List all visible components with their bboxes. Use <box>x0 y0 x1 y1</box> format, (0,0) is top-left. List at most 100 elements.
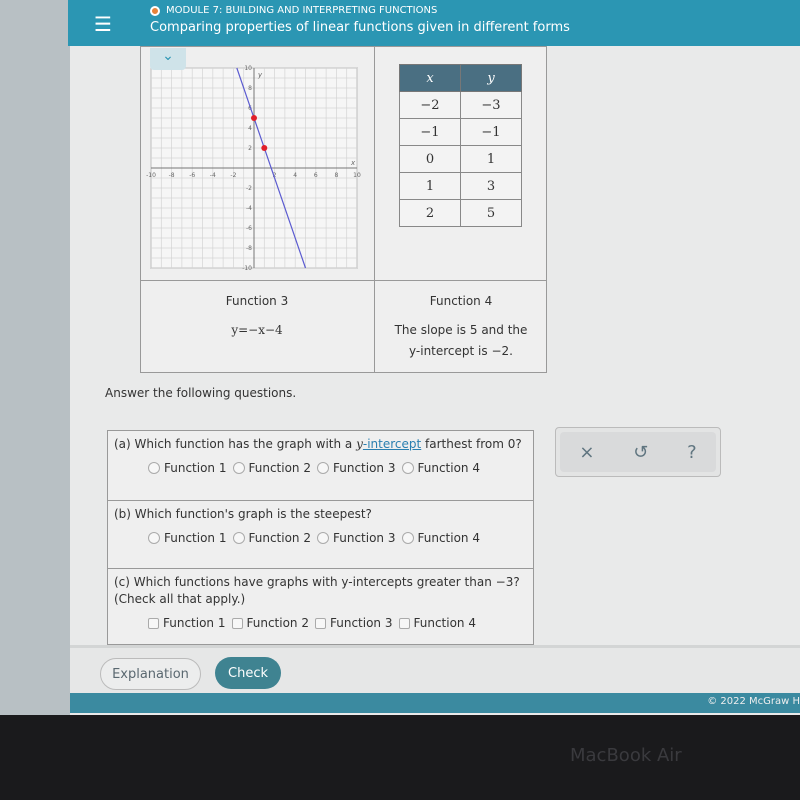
radio-button[interactable] <box>148 462 160 474</box>
question-b: (b) Which function's graph is the steepe… <box>108 501 533 569</box>
hamburger-icon[interactable]: ☰ <box>94 12 112 36</box>
y-tick-label: -6 <box>246 225 252 232</box>
option-4[interactable]: Function 4 <box>401 531 481 545</box>
option-label: Function 4 <box>413 616 477 630</box>
option-label: Function 3 <box>333 461 396 475</box>
var: y <box>356 437 363 451</box>
explanation-button[interactable]: Explanation <box>100 658 201 690</box>
status-dot-icon <box>150 5 160 16</box>
y-tick-label: -10 <box>242 265 252 272</box>
screen: ☰ MODULE 7: BUILDING AND INTERPRETING FU… <box>0 0 800 715</box>
x-tick-label: 10 <box>353 172 361 179</box>
y-axis-label: y <box>257 71 263 79</box>
radio-button[interactable] <box>317 462 329 474</box>
option-label: Function 2 <box>248 461 312 475</box>
option-label: Function 3 <box>333 531 396 545</box>
question-a: (a) Which function has the graph with a … <box>108 431 533 501</box>
option-3[interactable]: Function 3 <box>317 531 396 545</box>
function2-table: xy −2 −3 −1 −1 0 1 1 3 2 5 <box>399 64 522 227</box>
table-cell: −2 <box>399 91 461 119</box>
option-label: Function 1 <box>164 461 227 475</box>
table-row: −2 −3 <box>399 91 522 119</box>
x-tick-label: 4 <box>293 172 297 179</box>
footer: © 2022 McGraw H <box>70 693 800 713</box>
question-text: (c) Which functions have graphs with y-i… <box>114 575 520 589</box>
functions-panel: -10 -10 -8 -8 -6 -6 -4 -4 -2 -2 2 2 4 4 6 6 8 8 10 10 x y xy … <box>140 46 547 373</box>
table-cell: −1 <box>460 118 522 146</box>
options: Function 1 Function 2 Function 3 Function 4 <box>148 531 527 545</box>
question-text: farthest from 0? <box>421 437 522 451</box>
radio-button[interactable] <box>401 532 414 544</box>
table-cell: 3 <box>460 172 522 200</box>
option-1[interactable]: Function 1 <box>148 616 226 630</box>
x-axis-label: x <box>350 159 356 167</box>
radio-button[interactable] <box>148 532 160 544</box>
questions-box: (a) Which function has the graph with a … <box>107 430 534 645</box>
copyright: © 2022 McGraw H <box>707 696 800 707</box>
table-cell: 1 <box>460 145 522 173</box>
option-2[interactable]: Function 2 <box>232 461 312 475</box>
option-2[interactable]: Function 2 <box>232 531 312 545</box>
options: Function 1 Function 2 Function 3 Function 4 <box>148 461 527 475</box>
point <box>251 115 257 121</box>
option-label: Function 1 <box>164 531 227 545</box>
option-label: Function 2 <box>248 531 312 545</box>
radio-button[interactable] <box>401 462 414 474</box>
function1-graph: -10-10-8-8-6-6-4-4-2-2224466881010xy <box>146 65 361 272</box>
y-tick-label: 10 <box>244 65 252 72</box>
option-label: Function 4 <box>417 461 481 475</box>
table-cell: 5 <box>460 199 522 227</box>
collapse-chevron-icon[interactable]: ⌄ <box>150 48 186 70</box>
table-row: 25 <box>399 199 522 227</box>
option-label: Function 4 <box>417 531 481 545</box>
y-tick-label: -2 <box>246 185 252 192</box>
y-tick-label: 8 <box>248 85 252 92</box>
x-tick-label: -10 <box>146 172 156 179</box>
table-cell: −1 <box>399 118 461 146</box>
radio-button[interactable] <box>232 532 245 544</box>
tools-panel: × ↺ ? <box>555 427 721 477</box>
radio-button[interactable] <box>232 462 245 474</box>
table-cell: 2 <box>399 199 461 227</box>
options: Function 1 Function 2 Function 3 Function 4 <box>148 616 527 630</box>
table-row: −1 −1 <box>399 118 522 146</box>
col-x: x <box>399 64 461 92</box>
page-title: Comparing properties of linear functions… <box>150 20 570 35</box>
question-text: (a) Which function has the graph with a <box>114 437 357 451</box>
option-1[interactable]: Function 1 <box>148 461 227 475</box>
help-icon[interactable]: ? <box>687 442 697 463</box>
undo-icon[interactable]: ↺ <box>633 442 648 463</box>
intercept-link[interactable]: -intercept <box>363 437 421 451</box>
option-3[interactable]: Function 3 <box>315 616 393 630</box>
option-label: Function 2 <box>246 616 310 630</box>
left-gutter <box>0 0 70 715</box>
check-button[interactable]: Check <box>215 657 281 689</box>
option-4[interactable]: Function 4 <box>401 461 481 475</box>
option-3[interactable]: Function 3 <box>317 461 396 475</box>
radio-button[interactable] <box>317 532 329 544</box>
module-label: MODULE 7: BUILDING AND INTERPRETING FUNC… <box>150 5 437 16</box>
divider <box>141 280 546 281</box>
checkbox[interactable] <box>315 617 326 629</box>
question-text: (b) Which function's graph is the steepe… <box>114 507 372 521</box>
header: ☰ MODULE 7: BUILDING AND INTERPRETING FU… <box>68 0 800 46</box>
function4-line2: y-intercept is −2. <box>409 344 513 358</box>
y-tick-label: 2 <box>248 145 252 152</box>
function3-equation: y=−x−4 <box>231 323 283 337</box>
x-tick-label: -4 <box>210 172 216 179</box>
question-subtext: (Check all that apply.) <box>114 592 246 606</box>
function4-label: Function 4 <box>429 294 493 308</box>
option-2[interactable]: Function 2 <box>231 616 310 630</box>
close-icon[interactable]: × <box>579 442 594 463</box>
option-4[interactable]: Function 4 <box>398 616 477 630</box>
option-1[interactable]: Function 1 <box>148 531 227 545</box>
checkbox[interactable] <box>398 617 410 629</box>
table-cell: 1 <box>399 172 461 200</box>
table-row: 13 <box>399 172 522 200</box>
x-tick-label: 8 <box>334 172 338 179</box>
table-row: 01 <box>399 145 522 173</box>
x-tick-label: -8 <box>169 172 175 179</box>
checkbox[interactable] <box>231 617 243 629</box>
col-y: y <box>460 64 522 92</box>
checkbox[interactable] <box>148 617 159 629</box>
